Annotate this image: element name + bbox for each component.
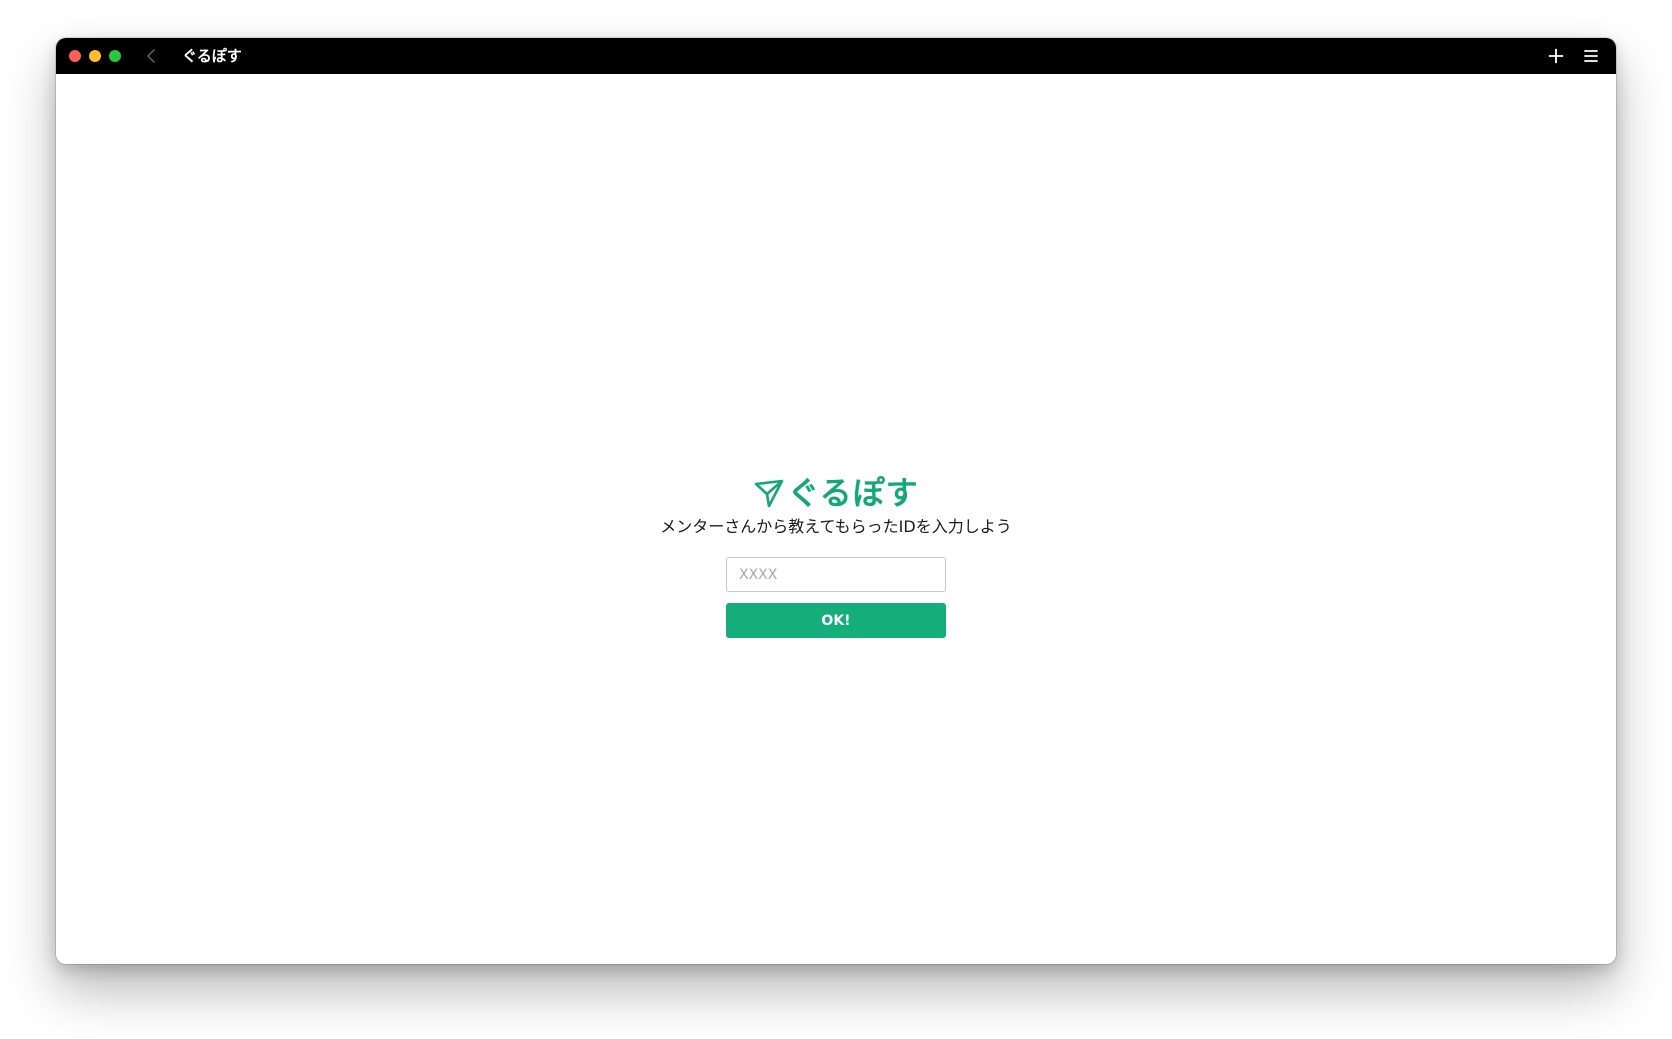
back-button[interactable] [142,46,162,66]
id-input[interactable] [726,557,946,592]
main-content: ぐるぽす メンターさんから教えてもらったIDを入力しよう OK! [56,74,1616,964]
brand-logo: ぐるぽす [56,474,1616,512]
hamburger-menu-icon [1584,50,1598,62]
maximize-window-button[interactable] [109,50,121,62]
instruction-text: メンターさんから教えてもらったIDを入力しよう [660,517,1012,536]
menu-button[interactable] [1581,46,1601,66]
new-tab-button[interactable] [1546,46,1566,66]
chevron-left-icon [147,49,155,63]
paper-plane-icon [755,479,784,508]
app-window: ぐるぽす ぐるぽす メンターさんから教えてもらったIDを入力しよう OK! [56,38,1616,964]
plus-icon [1548,48,1564,64]
ok-button[interactable]: OK! [726,603,946,638]
brand-name: ぐるぽす [787,474,919,512]
close-window-button[interactable] [69,50,81,62]
titlebar: ぐるぽす [56,38,1616,74]
window-title: ぐるぽす [182,47,242,65]
minimize-window-button[interactable] [89,50,101,62]
